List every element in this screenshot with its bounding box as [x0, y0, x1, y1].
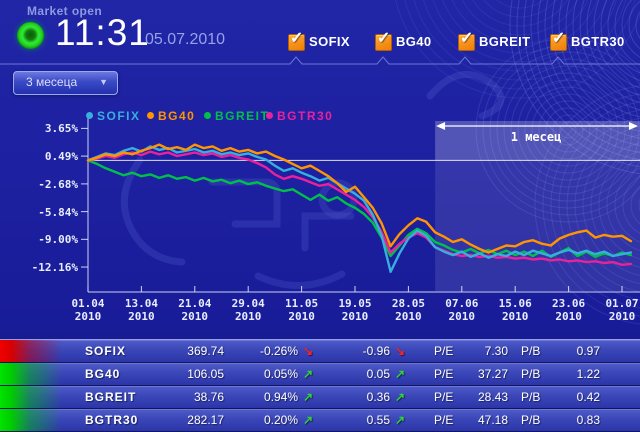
change-absolute: 0.55: [340, 409, 390, 431]
pb-value: 0.83: [555, 409, 600, 431]
change-percent: 0.20%: [240, 409, 298, 431]
trend-arrow-icon: ↘: [303, 340, 317, 362]
pe-label: P/E: [434, 340, 453, 362]
index-name: SOFIX: [85, 340, 126, 362]
toggle-label: SOFIX: [309, 34, 350, 49]
index-name: BGREIT: [85, 386, 136, 408]
change-absolute: 0.36: [340, 386, 390, 408]
table-row[interactable]: BGREIT 38.76 0.94% ↗ 0.36 ↗ P/E 28.43 P/…: [0, 386, 640, 409]
legend-item-bg40: BG40: [147, 109, 195, 123]
legend-label: BGTR30: [277, 109, 333, 123]
clock-time: 11:31: [55, 12, 150, 54]
checkbox-checked-icon[interactable]: ✓: [458, 34, 475, 51]
legend-dot-icon: [266, 112, 273, 119]
change-absolute: 0.05: [340, 363, 390, 385]
pe-value: 37.27: [460, 363, 508, 385]
one-month-highlight-label: 1 месец: [491, 130, 581, 144]
toggle-label: BGTR30: [571, 34, 625, 49]
legend-dot-icon: [204, 112, 211, 119]
x-axis-tick-label: 13.042010: [117, 297, 165, 323]
trend-arrow-icon: ↗: [303, 409, 317, 431]
market-dashboard: Market open 11:31 05.07.2010 ✓ SOFIX ✓ B…: [0, 0, 640, 432]
row-accent-strip: [0, 409, 62, 431]
legend-dot-icon: [147, 112, 154, 119]
clock-date: 05.07.2010: [145, 31, 225, 49]
period-dropdown[interactable]: 3 месеца ▼: [13, 71, 118, 95]
pe-label: P/E: [434, 386, 453, 408]
row-accent-strip: [0, 386, 62, 408]
x-axis-tick-label: 19.052010: [331, 297, 379, 323]
trend-arrow-icon: ↗: [395, 363, 409, 385]
pb-label: P/B: [521, 340, 540, 362]
x-axis-tick-label: 23.062010: [545, 297, 593, 323]
pe-label: P/E: [434, 363, 453, 385]
pb-value: 1.22: [555, 363, 600, 385]
x-axis-tick-label: 11.052010: [278, 297, 326, 323]
legend-label: BGREIT: [215, 109, 269, 123]
y-axis-tick-label: 0.49%: [8, 150, 78, 163]
pb-value: 0.42: [555, 386, 600, 408]
legend-item-bgreit: BGREIT: [204, 109, 269, 123]
index-name: BGTR30: [85, 409, 138, 431]
y-axis-tick-label: -5.84%: [8, 206, 78, 219]
pb-value: 0.97: [555, 340, 600, 362]
pe-label: P/E: [434, 409, 453, 431]
trend-arrow-icon: ↗: [303, 363, 317, 385]
y-axis-tick-label: -2.68%: [8, 178, 78, 191]
checkmark-icon: ✓: [460, 28, 473, 48]
trend-arrow-icon: ↗: [395, 386, 409, 408]
index-value: 282.17: [156, 409, 224, 431]
checkbox-checked-icon[interactable]: ✓: [375, 34, 392, 51]
y-axis-tick-label: -12.16%: [8, 261, 78, 274]
checkbox-checked-icon[interactable]: ✓: [550, 34, 567, 51]
pe-value: 7.30: [460, 340, 508, 362]
change-percent: 0.94%: [240, 386, 298, 408]
x-axis-tick-label: 21.042010: [171, 297, 219, 323]
table-row[interactable]: BG40 106.05 0.05% ↗ 0.05 ↗ P/E 37.27 P/B…: [0, 363, 640, 386]
pb-label: P/B: [521, 386, 540, 408]
index-value: 38.76: [156, 386, 224, 408]
trend-arrow-icon: ↗: [395, 409, 409, 431]
change-percent: -0.26%: [240, 340, 298, 362]
x-axis-tick-label: 01.072010: [598, 297, 640, 323]
market-open-led-icon: [17, 22, 44, 49]
x-axis-tick-label: 15.062010: [491, 297, 539, 323]
x-axis-tick-label: 01.042010: [64, 297, 112, 323]
x-axis-tick-label: 07.062010: [438, 297, 486, 323]
index-value: 369.74: [156, 340, 224, 362]
legend-label: SOFIX: [97, 109, 141, 123]
index-name: BG40: [85, 363, 120, 385]
table-row[interactable]: BGTR30 282.17 0.20% ↗ 0.55 ↗ P/E 47.18 P…: [0, 409, 640, 432]
checkmark-icon: ✓: [377, 28, 390, 48]
pb-label: P/B: [521, 363, 540, 385]
pe-value: 28.43: [460, 386, 508, 408]
x-axis-tick-label: 28.052010: [384, 297, 432, 323]
chevron-down-icon: ▼: [99, 77, 108, 87]
legend-item-sofix: SOFIX: [86, 109, 141, 123]
row-accent-strip: [0, 340, 62, 362]
checkmark-icon: ✓: [290, 28, 303, 48]
legend-dot-icon: [86, 112, 93, 119]
y-axis-tick-label: 3.65%: [8, 122, 78, 135]
pb-label: P/B: [521, 409, 540, 431]
change-absolute: -0.96: [340, 340, 390, 362]
x-axis-tick-label: 29.042010: [224, 297, 272, 323]
index-quote-table: SOFIX 369.74 -0.26% ↘ -0.96 ↘ P/E 7.30 P…: [0, 339, 640, 432]
index-value: 106.05: [156, 363, 224, 385]
toggle-label: BGREIT: [479, 34, 531, 49]
checkbox-checked-icon[interactable]: ✓: [288, 34, 305, 51]
toggle-label: BG40: [396, 34, 432, 49]
trend-arrow-icon: ↗: [303, 386, 317, 408]
legend-label: BG40: [158, 109, 195, 123]
legend-item-bgtr30: BGTR30: [266, 109, 333, 123]
pe-value: 47.18: [460, 409, 508, 431]
change-percent: 0.05%: [240, 363, 298, 385]
row-accent-strip: [0, 363, 62, 385]
y-axis-tick-label: -9.00%: [8, 233, 78, 246]
table-row[interactable]: SOFIX 369.74 -0.26% ↘ -0.96 ↘ P/E 7.30 P…: [0, 340, 640, 363]
period-dropdown-value: 3 месеца: [26, 75, 77, 89]
trend-arrow-icon: ↘: [395, 340, 409, 362]
checkmark-icon: ✓: [552, 28, 565, 48]
